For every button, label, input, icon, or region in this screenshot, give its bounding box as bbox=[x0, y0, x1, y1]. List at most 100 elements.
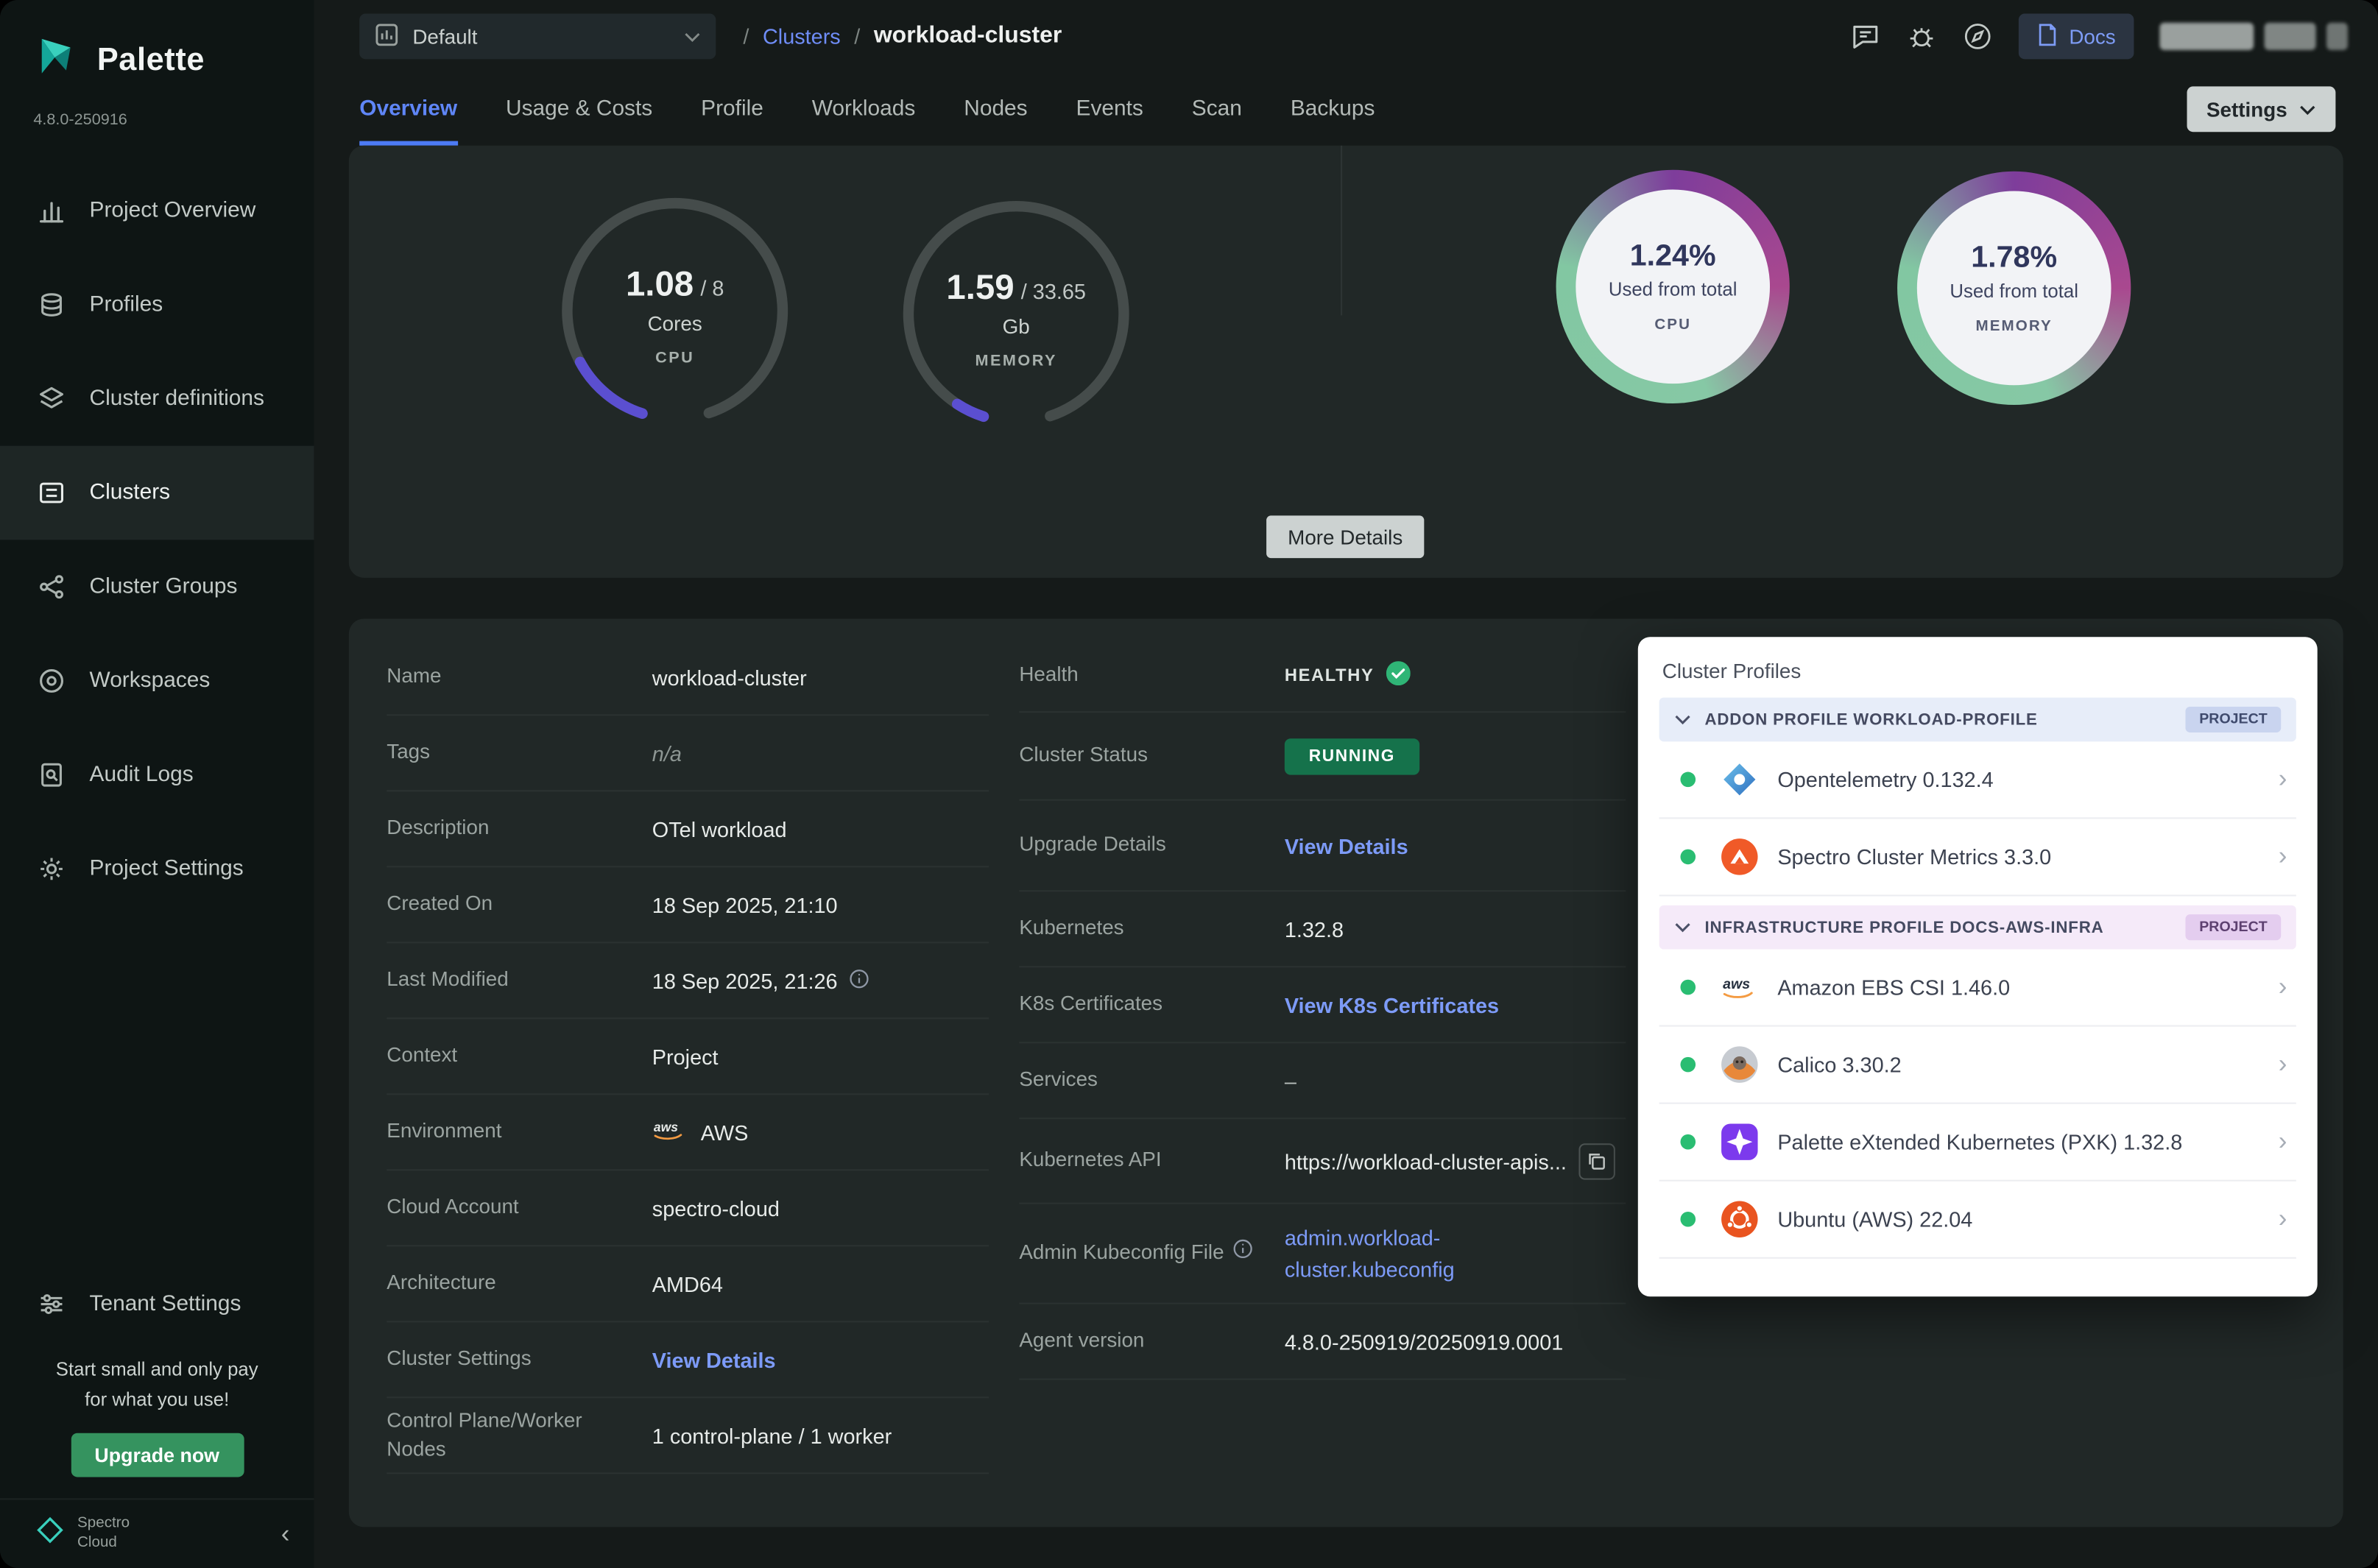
bug-report-icon[interactable] bbox=[1907, 21, 1937, 52]
chevron-down-icon bbox=[1674, 714, 1691, 724]
breadcrumb-separator: / bbox=[743, 24, 749, 49]
profile-layer-calico[interactable]: Calico 3.30.2 › bbox=[1659, 1027, 2296, 1104]
sidebar-item-label: Project Overview bbox=[90, 199, 256, 223]
admin-kubeconfig-link[interactable]: admin.workload-cluster.kubeconfig bbox=[1285, 1221, 1467, 1285]
profile-layer-ubuntu[interactable]: Ubuntu (AWS) 22.04 › bbox=[1659, 1182, 2296, 1259]
detail-row-cluster-settings: Cluster Settings View Details bbox=[387, 1322, 989, 1398]
tab-backups[interactable]: Backups bbox=[1291, 73, 1375, 146]
upgrade-view-details-link[interactable]: View Details bbox=[1285, 833, 1408, 858]
cluster-groups-icon bbox=[36, 573, 66, 601]
status-dot-green bbox=[1680, 1212, 1696, 1227]
promo-text: Start small and only pay for what you us… bbox=[0, 1356, 314, 1415]
status-dot-green bbox=[1680, 1057, 1696, 1073]
cpu-unit: Cores bbox=[648, 312, 702, 335]
profile-layer-spectro-cluster-metrics[interactable]: Spectro Cluster Metrics 3.3.0 › bbox=[1659, 819, 2296, 896]
svg-text:aws: aws bbox=[654, 1120, 678, 1134]
copy-icon bbox=[1587, 1151, 1607, 1171]
aws-logo: aws bbox=[652, 1117, 688, 1146]
project-selector[interactable]: Default bbox=[359, 14, 716, 60]
cpu-usage-label: CPU bbox=[1654, 317, 1691, 334]
sidebar-item-project-overview[interactable]: Project Overview bbox=[0, 163, 314, 258]
cluster-settings-view-details-link[interactable]: View Details bbox=[652, 1347, 776, 1371]
docs-icon bbox=[2037, 22, 2058, 51]
tab-profile[interactable]: Profile bbox=[701, 73, 763, 146]
details-right-column: Health HEALTHY Cluster Status RUNNING Up… bbox=[1019, 640, 1626, 1380]
profile-layer-amazon-ebs-csi[interactable]: aws Amazon EBS CSI 1.46.0 › bbox=[1659, 950, 2296, 1027]
spectro-cloud-brand: Spectro Cloud bbox=[36, 1515, 130, 1553]
sidebar-item-cluster-groups[interactable]: Cluster Groups bbox=[0, 540, 314, 634]
app-window: Palette 4.8.0-250916 Project Overview Pr… bbox=[0, 0, 2378, 1568]
detail-row-context: Context Project bbox=[387, 1019, 989, 1095]
cluster-profiles-panel: Cluster Profiles ADDON PROFILE WORKLOAD-… bbox=[1638, 637, 2318, 1296]
detail-row-services: Services – bbox=[1019, 1043, 1626, 1119]
svg-text:aws: aws bbox=[1723, 976, 1750, 992]
sidebar-item-clusters[interactable]: Clusters bbox=[0, 446, 314, 540]
detail-row-description: Description OTel workload bbox=[387, 791, 989, 867]
cpu-gauge: 1.08 / 8 Cores CPU bbox=[558, 194, 791, 428]
detail-row-kubernetes-api: Kubernetes API https://workload-cluster-… bbox=[1019, 1119, 1626, 1204]
sidebar-item-project-settings[interactable]: Project Settings bbox=[0, 822, 314, 917]
copy-api-url-button[interactable] bbox=[1578, 1143, 1615, 1179]
more-details-button[interactable]: More Details bbox=[1266, 515, 1424, 558]
tabsbar: Overview Usage & Costs Profile Workloads… bbox=[314, 73, 2378, 146]
info-icon[interactable] bbox=[850, 968, 869, 992]
status-dot-green bbox=[1680, 850, 1696, 865]
tab-events[interactable]: Events bbox=[1076, 73, 1143, 146]
settings-button[interactable]: Settings bbox=[2187, 86, 2336, 132]
detail-row-nodes: Control Plane/Worker Nodes 1 control-pla… bbox=[387, 1398, 989, 1474]
info-icon[interactable] bbox=[1233, 1240, 1253, 1268]
cpu-total-value: / 8 bbox=[700, 276, 724, 300]
infrastructure-profile-header[interactable]: INFRASTRUCTURE PROFILE DOCS-AWS-INFRA PR… bbox=[1659, 905, 2296, 950]
tab-usage-costs[interactable]: Usage & Costs bbox=[506, 73, 652, 146]
sidebar-item-workspaces[interactable]: Workspaces bbox=[0, 634, 314, 728]
cluster-definitions-icon bbox=[36, 385, 66, 412]
project-overview-icon bbox=[36, 197, 66, 225]
tab-nodes[interactable]: Nodes bbox=[964, 73, 1027, 146]
addon-profile-header[interactable]: ADDON PROFILE WORKLOAD-PROFILE PROJECT bbox=[1659, 698, 2296, 742]
workspaces-icon bbox=[36, 667, 66, 694]
tab-workloads[interactable]: Workloads bbox=[812, 73, 916, 146]
clusters-icon bbox=[36, 479, 66, 506]
divider bbox=[1341, 146, 1342, 316]
project-selector-value: Default bbox=[412, 25, 477, 48]
chevron-right-icon: › bbox=[2279, 841, 2287, 872]
user-menu-chevron[interactable] bbox=[2326, 23, 2348, 50]
brand: Palette bbox=[0, 0, 314, 90]
cluster-profiles-title: Cluster Profiles bbox=[1662, 660, 2296, 682]
memory-unit: Gb bbox=[1003, 315, 1030, 338]
sidebar-item-label: Project Settings bbox=[90, 857, 244, 881]
chevron-down-icon bbox=[684, 31, 701, 41]
profiles-icon bbox=[36, 292, 66, 319]
sidebar-item-tenant-settings[interactable]: Tenant Settings bbox=[0, 1271, 314, 1338]
memory-used-value: 1.59 bbox=[946, 267, 1014, 307]
redacted-role bbox=[2265, 23, 2316, 50]
cpu-used-value: 1.08 bbox=[626, 264, 694, 303]
profile-layer-pxk[interactable]: Palette eXtended Kubernetes (PXK) 1.32.8… bbox=[1659, 1104, 2296, 1182]
topbar-right: Docs bbox=[1851, 14, 2348, 60]
detail-row-environment: Environment aws AWS bbox=[387, 1095, 989, 1170]
profile-layer-opentelemetry[interactable]: Opentelemetry 0.132.4 › bbox=[1659, 741, 2296, 819]
breadcrumb-clusters-link[interactable]: Clusters bbox=[763, 24, 841, 49]
palette-logo bbox=[30, 30, 82, 89]
detail-row-architecture: Architecture AMD64 bbox=[387, 1246, 989, 1322]
sidebar-collapse-icon[interactable]: ‹ bbox=[281, 1519, 290, 1549]
sidebar-item-cluster-definitions[interactable]: Cluster definitions bbox=[0, 352, 314, 446]
breadcrumb-current: workload-cluster bbox=[874, 23, 1062, 50]
sidebar-item-audit-logs[interactable]: Audit Logs bbox=[0, 728, 314, 822]
upgrade-now-button[interactable]: Upgrade now bbox=[71, 1433, 244, 1477]
docs-button[interactable]: Docs bbox=[2019, 14, 2134, 60]
sidebar-footer: Spectro Cloud ‹ bbox=[0, 1498, 314, 1568]
sidebar-item-label: Workspaces bbox=[90, 668, 211, 693]
feedback-chat-icon[interactable] bbox=[1851, 21, 1881, 52]
pxk-icon bbox=[1720, 1122, 1760, 1162]
sidebar-item-profiles[interactable]: Profiles bbox=[0, 258, 314, 352]
view-k8s-certificates-link[interactable]: View K8s Certificates bbox=[1285, 992, 1499, 1017]
tenant-settings-icon bbox=[36, 1291, 66, 1318]
tab-scan[interactable]: Scan bbox=[1192, 73, 1242, 146]
help-compass-icon[interactable] bbox=[1963, 21, 1993, 52]
chevron-right-icon: › bbox=[2279, 972, 2287, 1002]
detail-row-health: Health HEALTHY bbox=[1019, 640, 1626, 713]
detail-row-upgrade-details: Upgrade Details View Details bbox=[1019, 801, 1626, 892]
tab-overview[interactable]: Overview bbox=[359, 73, 457, 146]
chevron-down-icon bbox=[2299, 104, 2316, 114]
